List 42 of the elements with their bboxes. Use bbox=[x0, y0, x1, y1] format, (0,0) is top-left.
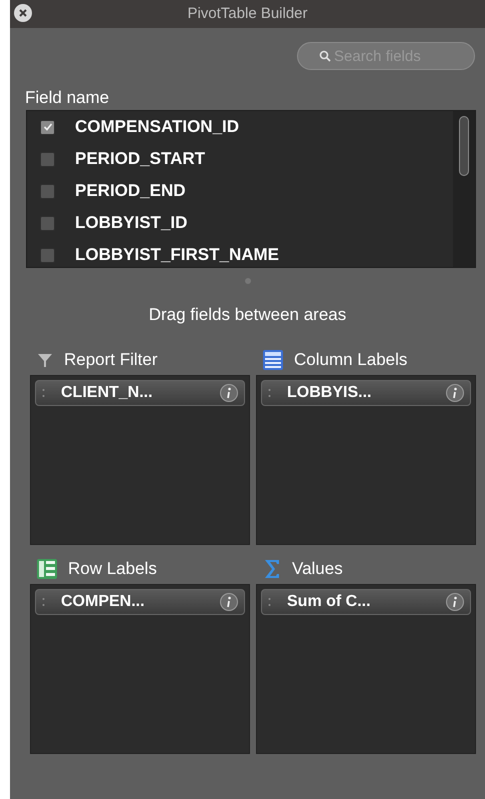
table-columns-icon bbox=[262, 348, 284, 370]
grip-icon bbox=[268, 596, 271, 608]
area-title: Column Labels bbox=[294, 348, 408, 371]
grip-icon bbox=[42, 596, 45, 608]
field-pill-label: COMPEN... bbox=[61, 592, 146, 612]
close-icon bbox=[18, 8, 28, 18]
scrollbar[interactable] bbox=[453, 111, 475, 267]
grip-icon bbox=[42, 386, 45, 398]
field-name[interactable]: LOBBYIST_FIRST_NAME bbox=[75, 242, 280, 267]
info-icon[interactable] bbox=[220, 384, 238, 402]
search-icon bbox=[319, 50, 331, 62]
field-name[interactable]: PERIOD_END bbox=[75, 178, 186, 204]
sigma-icon bbox=[262, 558, 282, 580]
checkbox[interactable] bbox=[40, 184, 55, 198]
checkbox[interactable] bbox=[40, 248, 55, 262]
close-button[interactable] bbox=[14, 4, 32, 22]
field-pill[interactable]: COMPEN... bbox=[35, 588, 245, 614]
field-pill[interactable]: LOBBYIS... bbox=[261, 380, 471, 406]
checkbox[interactable] bbox=[40, 120, 55, 134]
check-icon bbox=[42, 122, 52, 132]
field-list-heading: Field name bbox=[25, 88, 110, 108]
info-icon[interactable] bbox=[220, 592, 238, 610]
checkbox[interactable] bbox=[40, 152, 55, 166]
window-title: PivotTable Builder bbox=[187, 4, 308, 24]
field-pill[interactable]: Sum of C... bbox=[261, 588, 471, 614]
splitter-handle[interactable] bbox=[244, 278, 250, 284]
info-icon[interactable] bbox=[446, 592, 464, 610]
field-name[interactable]: PERIOD_START bbox=[75, 146, 206, 172]
info-icon[interactable] bbox=[446, 384, 464, 402]
field-pill-label: CLIENT_N... bbox=[61, 382, 154, 402]
area-title: Values bbox=[292, 558, 343, 580]
field-pill-label: LOBBYIS... bbox=[287, 382, 372, 402]
drag-hint: Drag fields between areas bbox=[148, 304, 348, 326]
table-rows-icon bbox=[36, 558, 58, 580]
field-name[interactable]: LOBBYIST_ID bbox=[75, 210, 188, 236]
grip-icon bbox=[268, 386, 271, 398]
field-name[interactable]: COMPENSATION_ID bbox=[75, 114, 240, 140]
checkbox[interactable] bbox=[40, 216, 55, 230]
field-pill[interactable]: CLIENT_N... bbox=[35, 380, 245, 406]
area-title: Report Filter bbox=[64, 348, 158, 371]
area-title: Row Labels bbox=[68, 558, 157, 580]
field-pill-label: Sum of C... bbox=[287, 592, 372, 612]
